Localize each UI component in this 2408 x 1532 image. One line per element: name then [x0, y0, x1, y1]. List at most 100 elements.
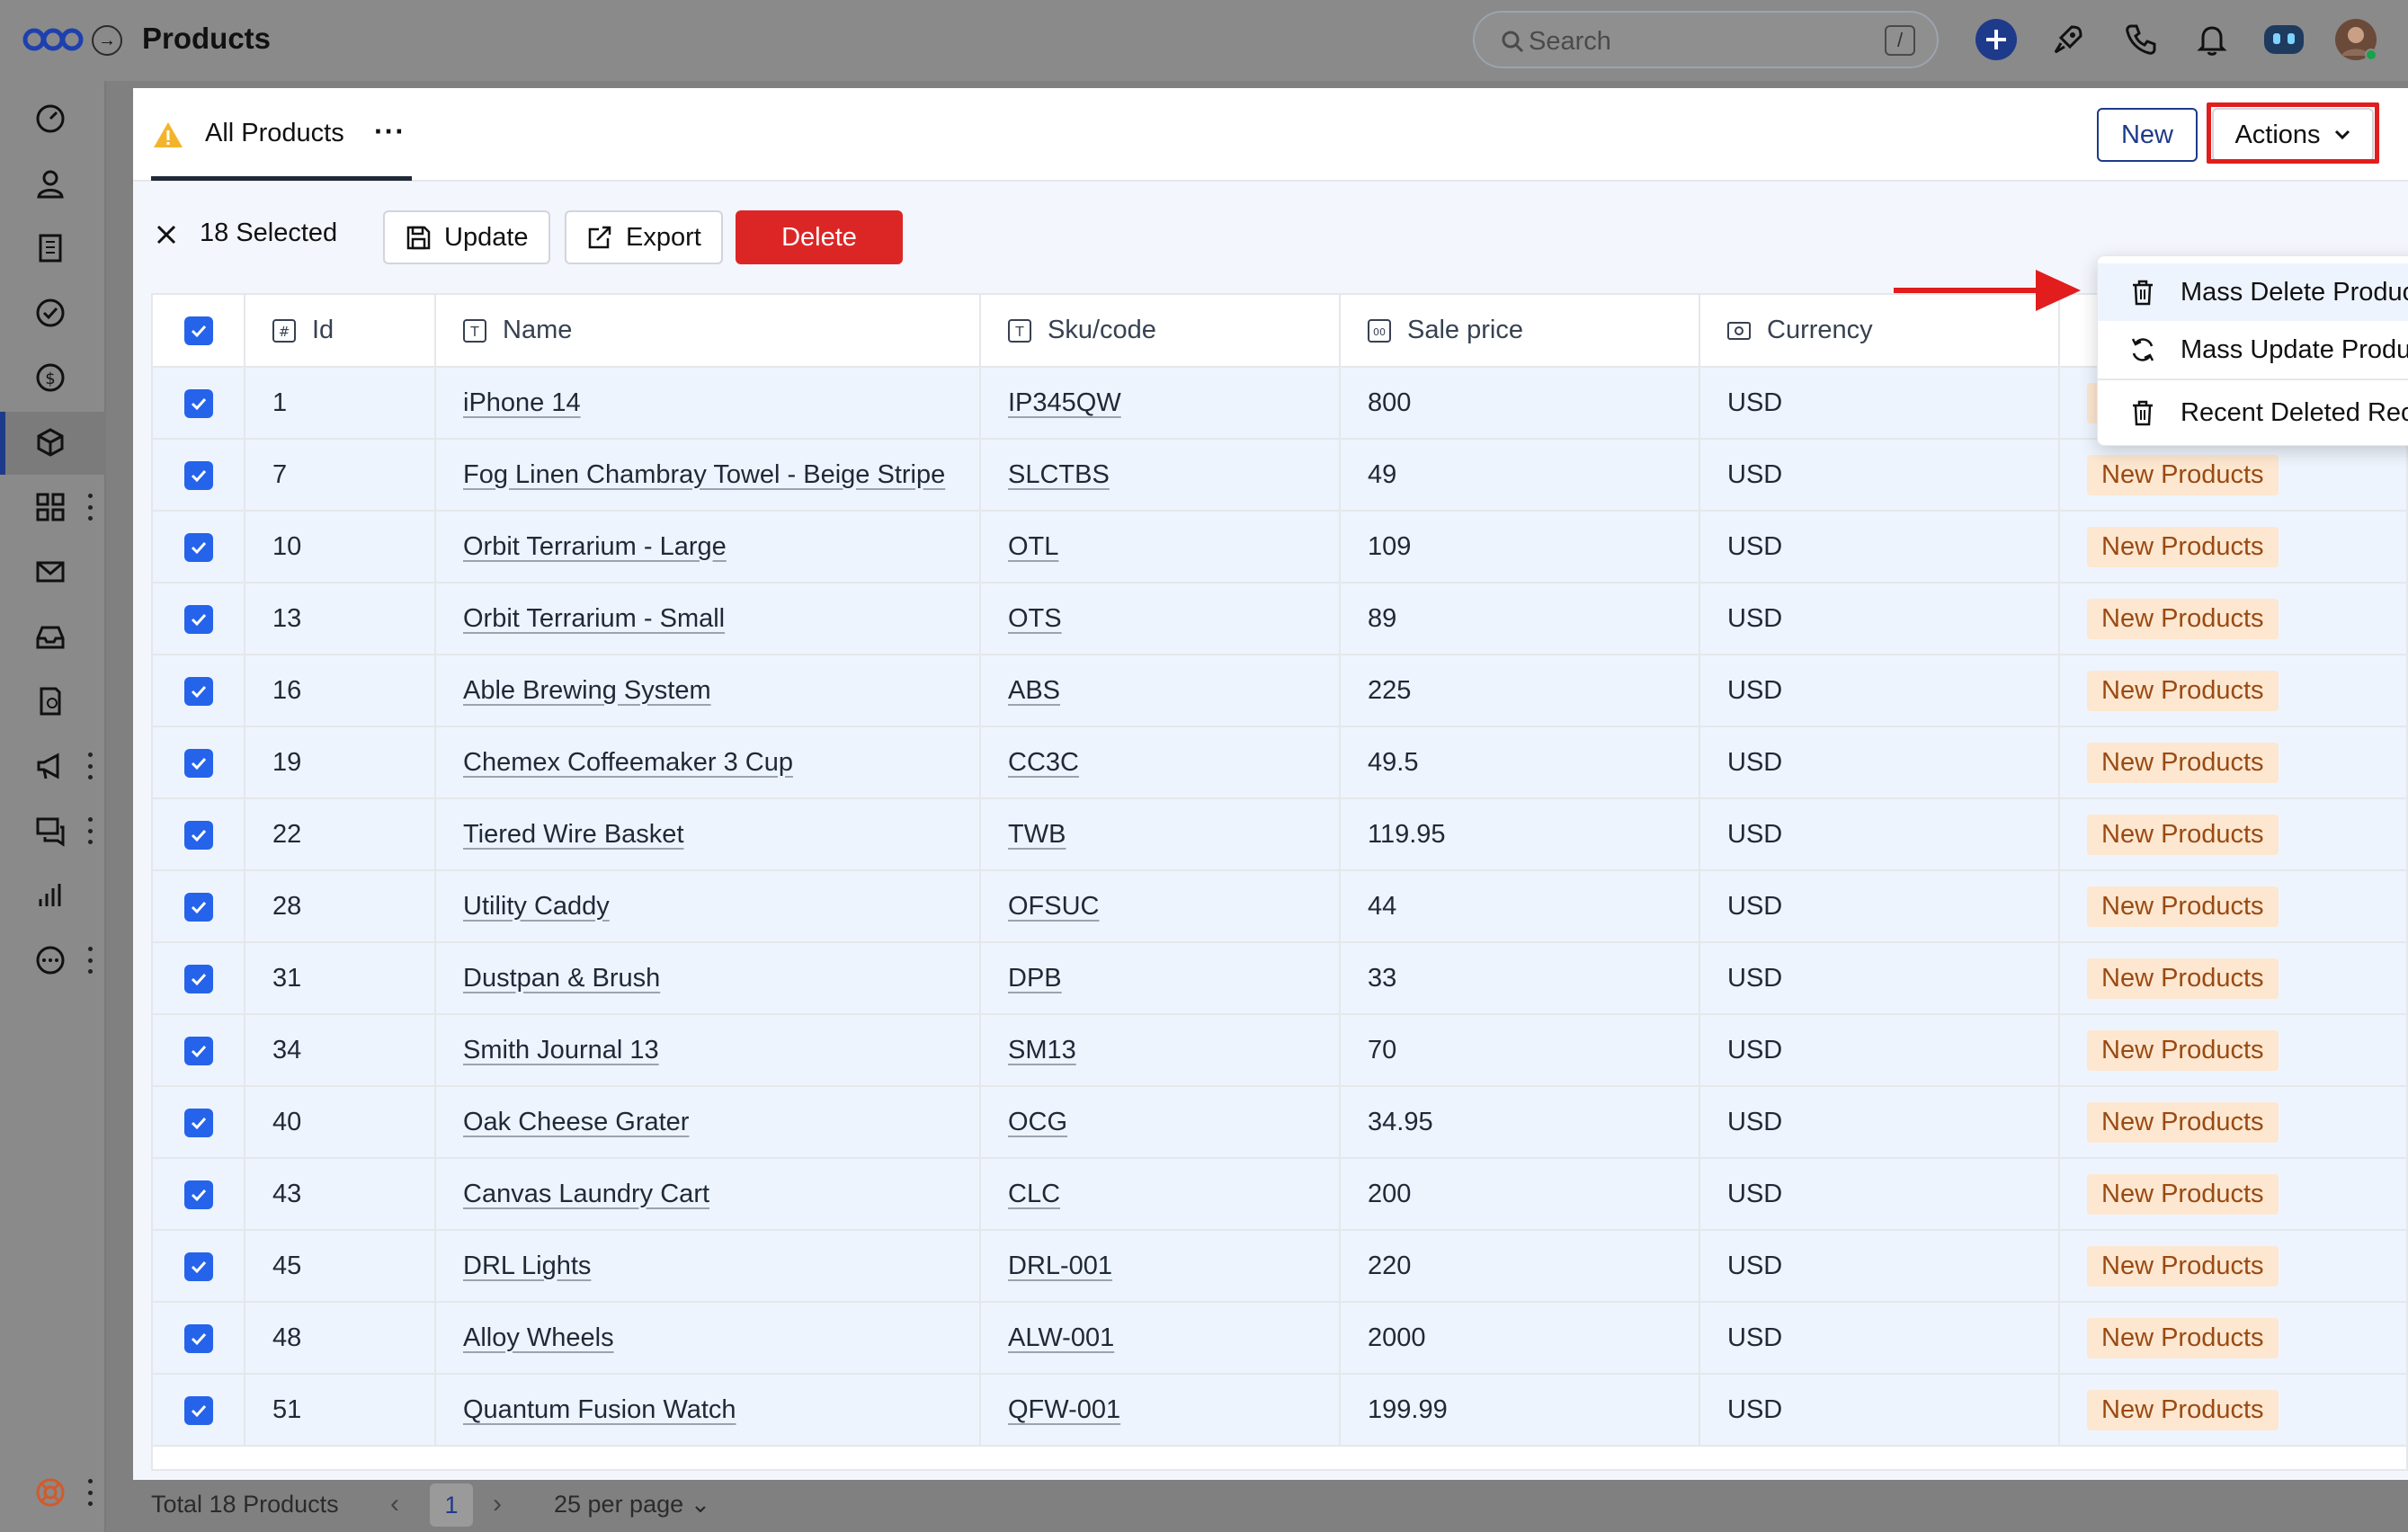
cell-sku[interactable]: OTS: [980, 583, 1341, 655]
row-checkbox[interactable]: [153, 942, 245, 1015]
row-checkbox[interactable]: [153, 1302, 245, 1375]
row-checkbox[interactable]: [153, 1086, 245, 1159]
product-name-link[interactable]: Able Brewing System: [463, 676, 711, 705]
tab-more-icon[interactable]: ···: [374, 115, 406, 148]
row-checkbox[interactable]: [153, 798, 245, 871]
sidebar-more-more-icon[interactable]: [85, 947, 95, 974]
actions-button[interactable]: Actions: [2212, 108, 2374, 162]
table-row[interactable]: 31 Dustpan & Brush DPB 33 USD New Products: [153, 942, 2406, 1015]
sidebar-item-campaigns[interactable]: [31, 746, 70, 786]
cell-sku[interactable]: SM13: [980, 1014, 1341, 1087]
product-name-link[interactable]: Alloy Wheels: [463, 1323, 614, 1352]
row-checkbox[interactable]: [153, 1014, 245, 1087]
pagination-next-icon[interactable]: ›: [493, 1489, 502, 1519]
product-name-link[interactable]: Chemex Coffeemaker 3 Cup: [463, 748, 793, 777]
new-button[interactable]: New: [2097, 108, 2198, 162]
sidebar-item-reports[interactable]: [31, 876, 70, 915]
menu-item-mass-delete[interactable]: Mass Delete Products: [2098, 263, 2408, 321]
row-checkbox[interactable]: [153, 511, 245, 583]
sku-link[interactable]: ABS: [1008, 676, 1060, 705]
cell-name[interactable]: Canvas Laundry Cart: [435, 1158, 981, 1231]
sidebar-item-tasks[interactable]: [31, 293, 70, 333]
table-row[interactable]: 19 Chemex Coffeemaker 3 Cup CC3C 49.5 USD New…: [153, 726, 2406, 799]
cell-name[interactable]: Oak Cheese Grater: [435, 1086, 981, 1159]
column-header-name[interactable]: T Name: [435, 295, 981, 368]
sidebar-item-chat[interactable]: [31, 811, 70, 851]
table-row[interactable]: 28 Utility Caddy OFSUC 44 USD New Products: [153, 870, 2406, 943]
sidebar-campaigns-more-icon[interactable]: [85, 753, 95, 779]
row-checkbox[interactable]: [153, 655, 245, 727]
cell-sku[interactable]: SLCTBS: [980, 439, 1341, 512]
row-checkbox[interactable]: [153, 367, 245, 440]
product-name-link[interactable]: iPhone 14: [463, 388, 581, 417]
sku-link[interactable]: CC3C: [1008, 748, 1079, 777]
product-name-link[interactable]: Orbit Terrarium - Large: [463, 532, 727, 561]
table-row[interactable]: 7 Fog Linen Chambray Towel - Beige Stripe…: [153, 439, 2406, 512]
row-checkbox[interactable]: [153, 1230, 245, 1303]
cell-name[interactable]: Orbit Terrarium - Small: [435, 583, 981, 655]
sidebar-item-contacts[interactable]: [31, 164, 70, 203]
table-row[interactable]: 48 Alloy Wheels ALW-001 2000 USD New Products: [153, 1302, 2406, 1375]
expand-sidebar-icon[interactable]: →: [92, 25, 122, 56]
product-name-link[interactable]: Dustpan & Brush: [463, 964, 660, 993]
row-checkbox[interactable]: [153, 439, 245, 512]
pagination-prev-icon[interactable]: ‹: [390, 1489, 399, 1519]
sku-link[interactable]: DRL-001: [1008, 1251, 1112, 1280]
product-name-link[interactable]: DRL Lights: [463, 1251, 591, 1280]
cell-sku[interactable]: CLC: [980, 1158, 1341, 1231]
sidebar-chat-more-icon[interactable]: [85, 817, 95, 844]
sku-link[interactable]: OFSUC: [1008, 892, 1100, 921]
per-page-select[interactable]: 25 per page ⌄: [554, 1491, 710, 1519]
table-row[interactable]: 45 DRL Lights DRL-001 220 USD New Products: [153, 1230, 2406, 1303]
product-name-link[interactable]: Quantum Fusion Watch: [463, 1395, 736, 1424]
product-name-link[interactable]: Tiered Wire Basket: [463, 820, 684, 849]
cell-name[interactable]: DRL Lights: [435, 1230, 981, 1303]
product-name-link[interactable]: Orbit Terrarium - Small: [463, 604, 725, 633]
row-checkbox[interactable]: [153, 583, 245, 655]
product-name-link[interactable]: Utility Caddy: [463, 892, 610, 921]
cell-sku[interactable]: IP345QW: [980, 367, 1341, 440]
sidebar-item-apps[interactable]: [31, 487, 70, 527]
sidebar-item-documents[interactable]: [31, 681, 70, 721]
table-row[interactable]: 10 Orbit Terrarium - Large OTL 109 USD New Pr…: [153, 511, 2406, 583]
sku-link[interactable]: CLC: [1008, 1180, 1060, 1208]
sku-link[interactable]: OCG: [1008, 1108, 1067, 1136]
clear-selection-close-icon[interactable]: [153, 221, 180, 248]
sku-link[interactable]: OTS: [1008, 604, 1062, 633]
sku-link[interactable]: DPB: [1008, 964, 1062, 993]
sku-link[interactable]: ALW-001: [1008, 1323, 1114, 1352]
table-row[interactable]: 16 Able Brewing System ABS 225 USD New Produc…: [153, 655, 2406, 727]
product-name-link[interactable]: Fog Linen Chambray Towel - Beige Stripe: [463, 460, 945, 489]
bell-icon[interactable]: [2190, 18, 2234, 61]
menu-item-mass-update[interactable]: Mass Update Products: [2098, 321, 2408, 379]
export-button[interactable]: Export: [565, 210, 723, 264]
user-avatar[interactable]: [2334, 18, 2377, 61]
cell-sku[interactable]: TWB: [980, 798, 1341, 871]
cell-name[interactable]: Chemex Coffeemaker 3 Cup: [435, 726, 981, 799]
sku-link[interactable]: IP345QW: [1008, 388, 1121, 417]
column-header-sale-price[interactable]: 00 Sale price: [1340, 295, 1700, 368]
sidebar-item-email[interactable]: [31, 552, 70, 592]
column-header-id[interactable]: # Id: [245, 295, 436, 368]
sidebar-apps-more-icon[interactable]: [85, 494, 95, 521]
menu-item-recent-deleted[interactable]: Recent Deleted Records: [2098, 384, 2408, 441]
table-row[interactable]: 22 Tiered Wire Basket TWB 119.95 USD New Prod…: [153, 798, 2406, 871]
sidebar-item-help[interactable]: [31, 1473, 70, 1512]
sku-link[interactable]: QFW-001: [1008, 1395, 1120, 1424]
sidebar-item-deals[interactable]: $: [31, 358, 70, 397]
assistant-bot-icon[interactable]: [2262, 18, 2305, 61]
row-checkbox[interactable]: [153, 1158, 245, 1231]
cell-sku[interactable]: DRL-001: [980, 1230, 1341, 1303]
cell-sku[interactable]: ALW-001: [980, 1302, 1341, 1375]
row-checkbox[interactable]: [153, 726, 245, 799]
sidebar-help-more-icon[interactable]: [85, 1479, 95, 1506]
tab-all-products[interactable]: All Products: [205, 119, 344, 148]
sku-link[interactable]: SLCTBS: [1008, 460, 1110, 489]
cell-sku[interactable]: OTL: [980, 511, 1341, 583]
cell-name[interactable]: iPhone 14: [435, 367, 981, 440]
cell-name[interactable]: Dustpan & Brush: [435, 942, 981, 1015]
delete-button[interactable]: Delete: [736, 210, 903, 264]
table-row[interactable]: 1iPhone 14IP345QW800USDNew Products: [153, 367, 2406, 440]
sku-link[interactable]: SM13: [1008, 1036, 1076, 1064]
cell-sku[interactable]: CC3C: [980, 726, 1341, 799]
